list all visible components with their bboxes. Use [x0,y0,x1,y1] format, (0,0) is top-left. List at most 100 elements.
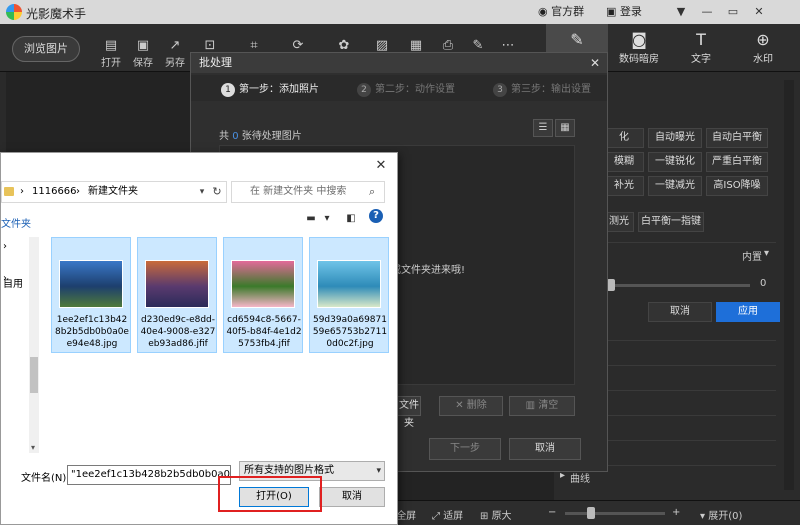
minimize-button[interactable]: — [696,2,718,22]
save-as-tool-button[interactable]: ↗ 另存 [160,38,190,69]
panel-apply-button[interactable]: 应用 [716,302,780,322]
zoom-out-icon[interactable]: − [548,507,556,518]
high-iso-denoise-button[interactable]: 高ISO降噪 [706,176,768,196]
zoom-slider-handle[interactable] [587,507,595,519]
breadcrumb-item[interactable]: 1116666 [32,182,77,202]
fit-screen-button[interactable]: ⤢ 适屏 [432,507,463,522]
address-bar[interactable]: › 1116666 › 新建文件夹 ▾ ↻ [1,181,227,203]
builtin-label: 内置 [742,252,762,263]
batch-cancel-button[interactable]: 取消 [509,438,581,460]
refresh-icon[interactable]: ↻ [209,182,225,202]
adjust-slider-track[interactable] [610,284,750,287]
zoom-in-icon[interactable]: + [672,507,680,518]
metering-button[interactable]: 测光 [604,212,634,232]
auto-exposure-button[interactable]: 自动曝光 [648,128,702,148]
save-as-icon: ↗ [169,38,181,53]
help-icon[interactable]: ? [369,209,383,223]
edit-icon: ✎ [570,30,584,49]
browse-images-button[interactable]: 浏览图片 [12,36,80,62]
brush-icon[interactable]: ✎ [468,38,488,53]
filename-input[interactable]: "1ee2ef1c13b428b2b5db0b0a0e [67,465,231,485]
scroll-down-icon[interactable]: ▾ [31,443,35,452]
camera-icon: ◙ [631,30,647,49]
menu-button[interactable]: ▼ [670,2,692,22]
image-thumbnail [231,260,295,308]
official-group-button[interactable]: ◉ 官方群 [538,3,584,21]
reduce-light-button[interactable]: 一键减光 [648,176,702,196]
file-name: cd6594c8-5667-40f5-b84f-4e1d25753fb4.jfi… [226,315,302,349]
next-step-button[interactable]: 下一步 [429,438,501,460]
tab-digital-darkroom[interactable]: ◙ 数码暗房 [608,24,670,72]
close-button[interactable]: ✕ [748,2,770,22]
step-output-settings: 3 第三步：输出设置 [493,80,591,97]
puzzle-icon[interactable]: ▦ [406,38,426,53]
adjust-button-1[interactable]: 化 [604,128,644,148]
breadcrumb-separator: › [76,186,80,197]
user-icon: ▣ [606,5,620,18]
search-input[interactable]: 在 新建文件夹 中搜索 [231,181,385,203]
batch-close-button[interactable]: ✕ [587,53,603,73]
crop-frame-icon[interactable]: ⊡ [200,38,220,53]
file-item[interactable]: cd6594c8-5667-40f5-b84f-4e1d25753fb4.jfi… [223,237,303,353]
original-size-button[interactable]: ⊞ 原大 [480,507,512,522]
more-icon[interactable]: ⋯ [498,38,518,53]
auto-white-balance-button[interactable]: 自动白平衡 [706,128,768,148]
white-balance-pick-button[interactable]: 白平衡一指键 [638,212,704,232]
folder-icon [4,187,14,196]
zoom-slider-track[interactable] [565,512,665,515]
file-dialog-cancel-button[interactable]: 取消 [319,487,385,507]
chat-icon: ◉ [538,5,552,18]
adjust-slider-handle[interactable] [607,279,615,291]
file-item[interactable]: d230ed9c-e8dd-40e4-9008-e327eb93ad86.jfi… [137,237,217,353]
slider-value: 0 [760,278,767,289]
file-item[interactable]: 59d39a0a6987159e65753b27110d0c2f.jpg [309,237,389,353]
print-icon[interactable]: ⎙ [438,38,458,53]
tab-watermark[interactable]: ⊕ 水印 [732,24,794,72]
sharpen-button[interactable]: 一键锐化 [648,152,702,172]
text-icon: T [696,30,706,49]
fit-icon: ⤢ [432,511,444,522]
clear-button[interactable]: ▥ 清空 [509,396,575,416]
open-file-dialog: ✕ › 1116666 › 新建文件夹 ▾ ↻ 在 新建文件夹 中搜索 ⌕ 文件… [0,152,398,525]
remove-button[interactable]: ✕ 删除 [439,396,503,416]
file-item[interactable]: 1ee2ef1c13b428b2b5db0b0a0ee94e48.jpg [51,237,131,353]
dropdown-icon[interactable]: ▾ [764,248,769,259]
preview-pane-icon[interactable]: ◧ [341,211,361,227]
chevron-down-icon: ▾ [376,466,381,476]
rotate-icon[interactable]: ⟳ [288,38,308,53]
trash-icon: ▥ [525,400,539,411]
address-dropdown-icon[interactable]: ▾ [196,182,208,202]
blur-button[interactable]: 模糊 [604,152,644,172]
login-button[interactable]: ▣ 登录 [606,3,642,21]
save-tool-button[interactable]: ▣ 保存 [128,38,158,69]
tab-text[interactable]: T 文字 [670,24,732,72]
annotation-highlight [218,476,322,512]
grid-view-icon[interactable]: ▦ [555,119,575,137]
file-dialog-close-button[interactable]: ✕ [373,158,389,174]
search-icon: ⌕ [369,185,376,198]
open-tool-button[interactable]: ▤ 打开 [96,38,126,69]
nav-scrollbar-thumb[interactable] [30,357,38,393]
frame-icon[interactable]: ▨ [372,38,392,53]
curves-item[interactable]: 曲线 [570,470,590,485]
list-view-icon[interactable]: ☰ [533,119,553,137]
nav-item[interactable]: 自用 [3,275,23,290]
panel-cancel-button[interactable]: 取消 [648,302,712,322]
breadcrumb-item[interactable]: 新建文件夹 [88,182,138,202]
crop-icon[interactable]: ⌗ [244,38,264,53]
pending-count: 共 0 张待处理图片 [219,131,302,142]
nav-scrollbar[interactable] [29,237,39,453]
expand-filmstrip-button[interactable]: ▾ 展开(0) [700,507,742,522]
add-folder-button[interactable]: 文件夹 [397,396,421,429]
image-thumbnail [59,260,123,308]
step-add-photos: 1 第一步：添加照片 [221,80,319,97]
new-folder-button[interactable]: 文件夹 [1,215,31,230]
nav-collapse-icon[interactable]: › [3,241,7,252]
right-panel-scrollbar[interactable] [784,80,794,490]
palette-icon[interactable]: ✿ [334,38,354,53]
batch-dialog-title: 批处理 [191,53,607,73]
view-dropdown-icon[interactable]: ▾ [317,211,337,227]
fill-light-button[interactable]: 补光 [604,176,644,196]
strong-white-balance-button[interactable]: 严重白平衡 [706,152,768,172]
maximize-button[interactable]: ▭ [722,2,744,22]
